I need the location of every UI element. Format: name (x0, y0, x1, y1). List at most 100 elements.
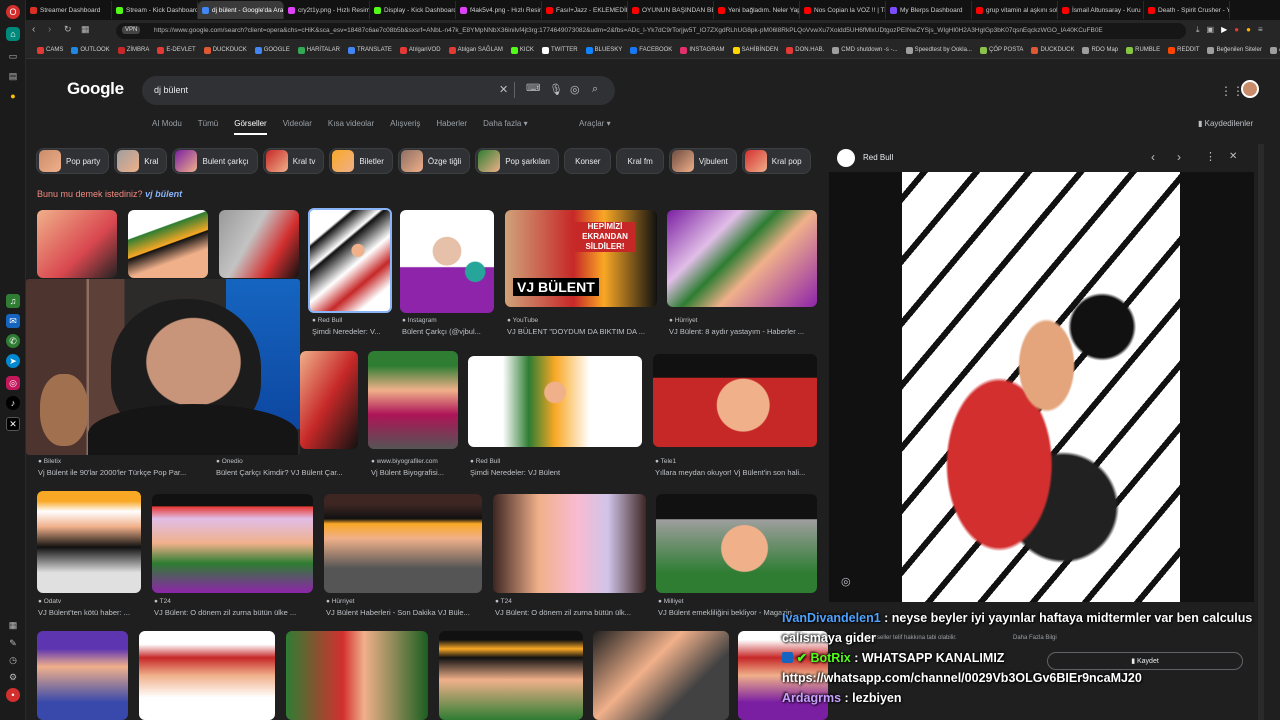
result-image[interactable] (667, 210, 817, 307)
forward-icon[interactable]: › (48, 24, 51, 35)
bookmark-item[interactable]: DUCKDUCK (201, 46, 250, 54)
apps-icon[interactable]: ▦ (6, 618, 20, 632)
nav-tab[interactable]: Alışveriş (390, 119, 420, 135)
clear-icon[interactable]: ✕ (499, 83, 508, 96)
record-icon[interactable]: • (6, 688, 20, 702)
browser-tab[interactable]: cry2t1y.png - Hızlı Resim (284, 1, 370, 19)
result-image-selected[interactable] (308, 208, 392, 313)
bookmark-item[interactable]: RDO Map (1079, 46, 1121, 54)
google-logo[interactable]: Google (67, 79, 124, 99)
refinement-chip[interactable]: Konser (564, 148, 612, 174)
saved-link[interactable]: ▮ Kaydedilenler (1198, 119, 1253, 128)
refinement-chip[interactable]: Kral tv (262, 148, 325, 174)
search-icon[interactable]: ⌕ (592, 83, 598, 96)
result-image[interactable] (439, 631, 583, 720)
browser-tab[interactable]: Streamer Dashboard (26, 1, 112, 19)
lens-icon[interactable]: ◎ (570, 83, 580, 96)
clipboard-icon[interactable]: ▤ (6, 69, 20, 83)
extension-icon[interactable]: ▣ (1207, 25, 1215, 35)
result-image[interactable] (37, 491, 141, 593)
more-options-icon[interactable]: ⋮ (1205, 150, 1216, 163)
wallet-icon[interactable]: ● (1246, 25, 1251, 35)
bookmark-item[interactable]: ÇÖP POSTA (977, 46, 1026, 54)
browser-tab[interactable]: Yeni bağladım. Neler Yap (714, 1, 800, 19)
adblock-icon[interactable]: ● (1234, 25, 1239, 35)
bookmark-item[interactable]: OUTLOOK (68, 46, 112, 54)
caption[interactable]: VJ Bülent: 8 aydır yastayım - Haberler .… (669, 327, 819, 336)
keyboard-icon[interactable]: ⌨ (526, 83, 540, 94)
refinement-chip[interactable]: Kral pop (741, 148, 811, 174)
edit-icon[interactable]: ✎ (6, 636, 20, 650)
nav-tab[interactable]: Videolar (283, 119, 312, 135)
browser-tab[interactable]: My Blerps Dashboard (886, 1, 972, 19)
bookmark-item[interactable]: E-DEVLET (154, 46, 198, 54)
bookmark-item[interactable]: Speedtest by Ookla... (903, 46, 975, 54)
url-field[interactable]: VPN https://www.google.com/search?client… (116, 23, 1186, 39)
result-image[interactable] (368, 351, 458, 449)
result-image[interactable] (653, 354, 817, 447)
bookmark-item[interactable]: RUMBLE (1123, 46, 1163, 54)
bookmark-item[interactable]: FACEBOOK (627, 46, 675, 54)
lens-search-icon[interactable]: ◎ (841, 575, 851, 588)
did-you-mean-link[interactable]: vj bülent (145, 189, 182, 199)
preview-image[interactable] (902, 172, 1180, 602)
result-image[interactable] (400, 210, 494, 313)
reload-icon[interactable]: ↻ (64, 24, 72, 35)
back-icon[interactable]: ‹ (32, 24, 35, 35)
browser-tab[interactable]: Fasıl+Jazz - EKLEMEDİR (542, 1, 628, 19)
caption[interactable]: VJ Bülent: O dönem zil zurna bütün ülke … (154, 608, 312, 617)
history-icon[interactable]: ◷ (6, 653, 20, 667)
music-icon[interactable]: ♫ (6, 294, 20, 308)
bookmark-item[interactable]: GOOGLE (252, 46, 293, 54)
result-image[interactable] (300, 351, 358, 449)
refinement-chip[interactable]: Kral fm (616, 148, 664, 174)
previous-icon[interactable]: ‹ (1151, 150, 1155, 164)
browser-tab[interactable]: Display - Kick Dashboard (370, 1, 456, 19)
caption[interactable]: VJ BÜLENT "DOYDUM DA BIKTIM DA ... (507, 327, 659, 336)
home-icon[interactable]: ⌂ (6, 27, 20, 41)
nav-tab[interactable]: Görseller (234, 119, 267, 135)
bookmark-item[interactable]: ZİMBRA (115, 46, 153, 54)
tab-islands-icon[interactable]: ▭ (6, 49, 20, 63)
nav-tab[interactable]: Kısa videolar (328, 119, 374, 135)
result-image[interactable] (468, 356, 642, 447)
refinement-chip[interactable]: Pop party (36, 148, 110, 174)
bookmark-item[interactable]: TRANSLATE (345, 46, 395, 54)
result-image-youtube[interactable]: HEPİMİZİ EKRANDAN SİLDİLER! VJ BÜLENT (505, 210, 657, 307)
caption[interactable]: Şimdi Neredeler: V... (312, 327, 392, 336)
browser-tab[interactable]: Nos Copian la VOZ !! | Tr (800, 1, 886, 19)
settings-icon[interactable]: ⚙ (6, 670, 20, 684)
result-image[interactable] (37, 210, 117, 278)
bookmark-item[interactable]: Atılgan SAĞLAM (446, 46, 506, 54)
browser-tab[interactable]: f4ak5v4.png - Hızlı Resim (456, 1, 542, 19)
opera-logo-icon[interactable]: O (6, 5, 20, 19)
avatar[interactable] (1241, 80, 1259, 98)
result-image[interactable] (593, 631, 729, 720)
browser-tab[interactable]: OYUNUN BAŞINDAN BE (628, 1, 714, 19)
bookmark-item[interactable]: Beğenilen Siteler (1204, 46, 1264, 54)
refinement-chip[interactable]: Bulent çarkçı (172, 148, 258, 174)
nav-tab[interactable]: Tümü (198, 119, 218, 135)
nav-tab[interactable]: Daha fazla ▾ (483, 119, 527, 135)
refinement-chip[interactable]: Özge tiğli (397, 148, 471, 174)
refinement-chip[interactable]: Pop şarkıları (475, 148, 560, 174)
refinement-chip[interactable]: Biletler (329, 148, 393, 174)
caption[interactable]: Yıllara meydan okuyor! Vj Bülent'in son … (655, 468, 815, 477)
messenger-icon[interactable]: ✉ (6, 314, 20, 328)
bookmark-item[interactable]: CAMS (34, 46, 66, 54)
vpn-badge[interactable]: VPN (122, 26, 141, 34)
mic-icon[interactable]: 🎙 (549, 83, 563, 96)
bookmark-item[interactable]: INSTAGRAM (677, 46, 727, 54)
caption[interactable]: VJ Bülent: O dönem zil zurna bütün ülk..… (495, 608, 645, 617)
result-image[interactable] (656, 494, 817, 593)
browser-tab[interactable]: İsmail Altunsaray - Kuru (1058, 1, 1144, 19)
play-icon[interactable]: ▶ (1221, 25, 1227, 35)
x-icon[interactable]: ✕ (6, 417, 20, 431)
result-image[interactable] (152, 494, 313, 593)
bookmark-item[interactable]: AtılganVOD (397, 46, 444, 54)
result-image[interactable] (324, 494, 482, 593)
nav-tab[interactable]: Haberler (436, 119, 467, 135)
next-icon[interactable]: › (1177, 150, 1181, 164)
download-icon[interactable]: ⤓ (1196, 25, 1200, 35)
browser-tab[interactable]: Death - Spirit Crusher - Y (1144, 1, 1230, 19)
